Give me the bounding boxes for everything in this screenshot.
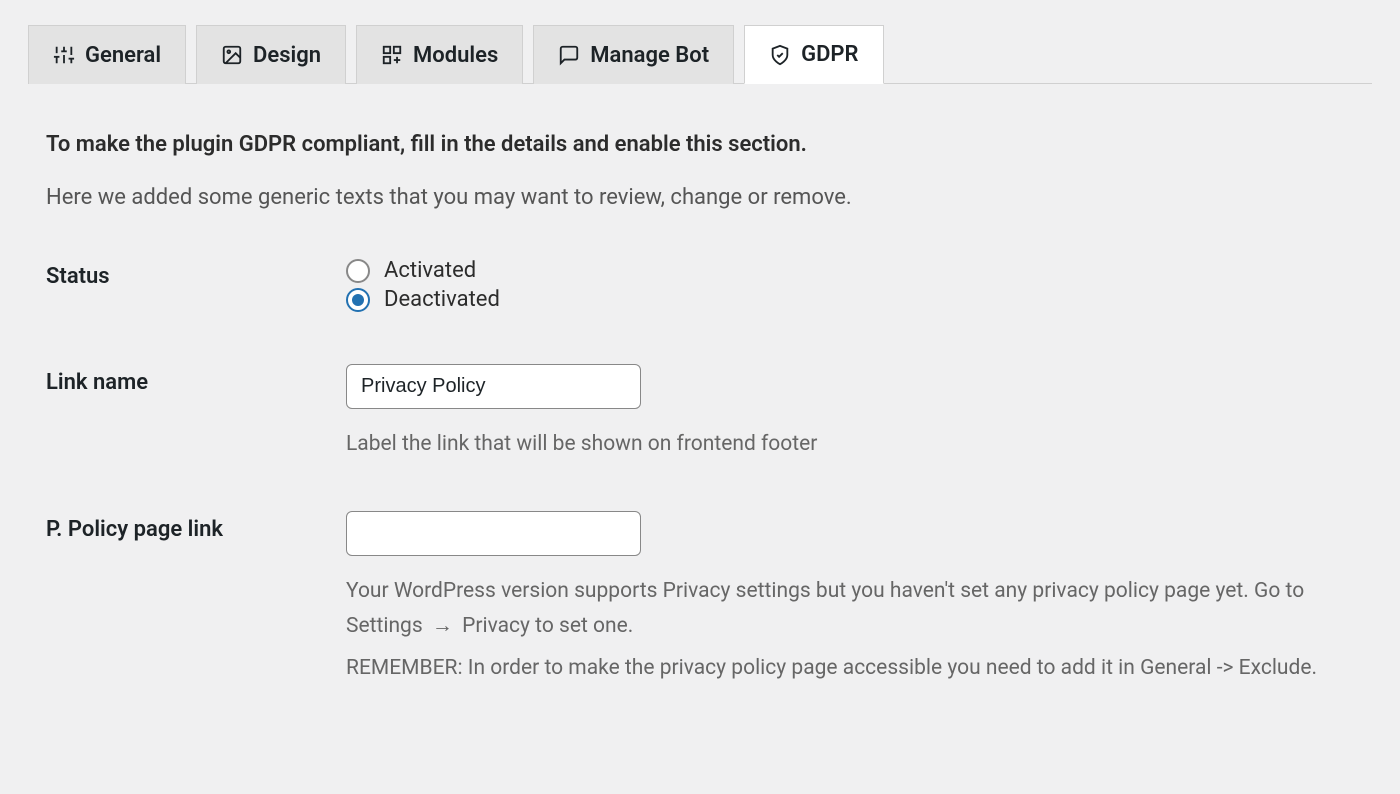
field-policy-page: P. Policy page link Your WordPress versi… [46, 511, 1354, 687]
radio-label: Activated [384, 258, 476, 283]
shield-check-icon [769, 44, 791, 66]
radio-label: Deactivated [384, 287, 500, 312]
intro-sub: Here we added some generic texts that yo… [46, 185, 1354, 210]
grid-add-icon [381, 44, 403, 66]
field-status: Status Activated Deactivated [46, 258, 1354, 316]
chat-icon [558, 44, 580, 66]
policy-page-input[interactable] [346, 511, 641, 556]
tab-label: Modules [413, 43, 498, 68]
image-icon [221, 44, 243, 66]
radio-icon [346, 288, 370, 312]
status-label: Status [46, 258, 346, 289]
tab-design[interactable]: Design [196, 25, 346, 84]
intro-heading: To make the plugin GDPR compliant, fill … [46, 132, 1354, 157]
radio-deactivated[interactable]: Deactivated [346, 287, 1354, 312]
tab-label: Manage Bot [590, 43, 709, 68]
tab-label: General [85, 43, 161, 68]
tab-modules[interactable]: Modules [356, 25, 523, 84]
sliders-icon [53, 44, 75, 66]
link-name-label: Link name [46, 364, 346, 395]
tab-label: Design [253, 43, 321, 68]
tab-general[interactable]: General [28, 25, 186, 84]
tab-label: GDPR [801, 42, 858, 67]
tab-content: To make the plugin GDPR compliant, fill … [28, 84, 1372, 755]
radio-icon [346, 259, 370, 283]
policy-page-helper-1: Your WordPress version supports Privacy … [346, 574, 1354, 645]
link-name-helper: Label the link that will be shown on fro… [346, 427, 1354, 463]
tab-manage-bot[interactable]: Manage Bot [533, 25, 734, 84]
tabs: General Design Modules Manage Bot GDPR [28, 24, 1372, 84]
field-link-name: Link name Label the link that will be sh… [46, 364, 1354, 463]
link-name-input[interactable] [346, 364, 641, 409]
policy-page-label: P. Policy page link [46, 511, 346, 542]
policy-page-helper-2: REMEMBER: In order to make the privacy p… [346, 651, 1354, 687]
radio-activated[interactable]: Activated [346, 258, 1354, 283]
tab-gdpr[interactable]: GDPR [744, 25, 883, 84]
arrow-icon: → [432, 609, 453, 645]
